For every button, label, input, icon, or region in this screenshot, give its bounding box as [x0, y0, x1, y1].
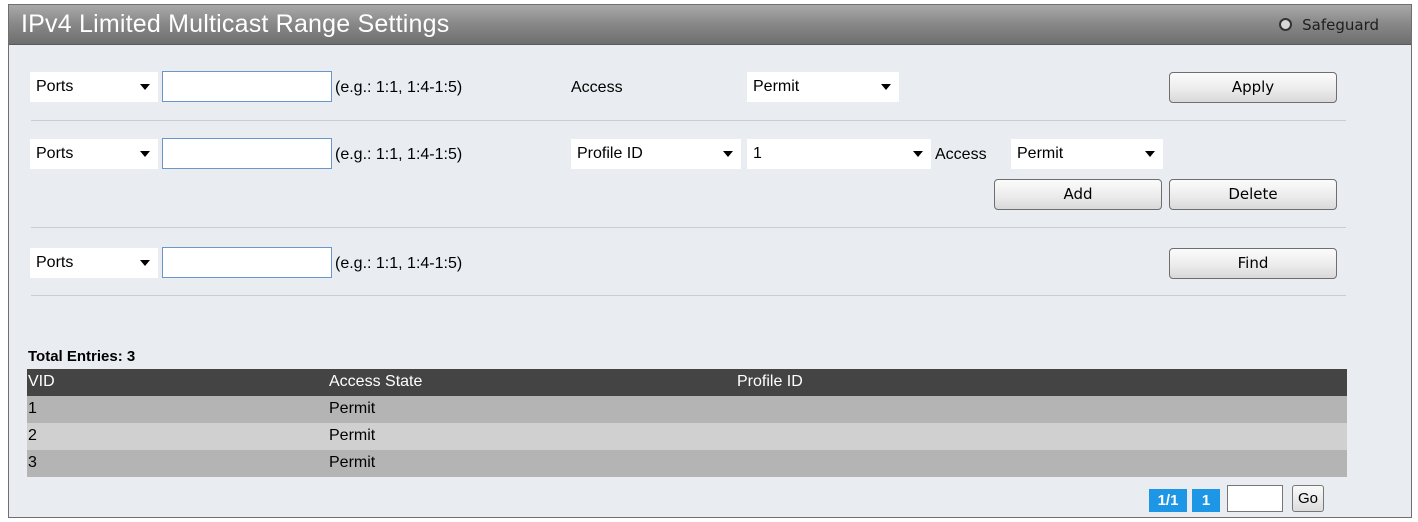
cell-vid: 3 — [28, 454, 37, 471]
chevron-down-icon — [881, 84, 891, 90]
row1-type-value: Ports — [36, 78, 74, 95]
safeguard-label: Safeguard — [1302, 16, 1379, 34]
row1-access-label: Access — [571, 79, 623, 96]
cell-access-state: Permit — [329, 400, 376, 417]
column-header-access-state: Access State — [329, 373, 423, 390]
safeguard-icon — [1279, 18, 1293, 31]
row1-ports-input[interactable] — [162, 71, 332, 102]
find-button[interactable]: Find — [1169, 248, 1337, 279]
row2-type-value: Ports — [36, 145, 74, 162]
settings-panel: IPv4 Limited Multicast Range Settings Sa… — [8, 4, 1412, 518]
total-entries: Total Entries: 3 — [28, 348, 136, 365]
row2-ports-input[interactable] — [162, 138, 332, 169]
page-count-badge: 1/1 — [1149, 489, 1187, 512]
divider — [31, 295, 1346, 296]
chevron-down-icon — [913, 151, 923, 157]
row2-access-select[interactable]: Permit — [1011, 139, 1163, 169]
row3-ports-input[interactable] — [162, 247, 332, 278]
divider — [31, 227, 1346, 228]
table-row: 3 Permit — [27, 450, 1347, 477]
row2-type-select[interactable]: Ports — [30, 139, 158, 169]
add-button[interactable]: Add — [994, 179, 1162, 210]
go-button[interactable]: Go — [1292, 485, 1324, 512]
row1-access-value: Permit — [753, 78, 800, 95]
row2-hint: (e.g.: 1:1, 1:4-1:5) — [335, 146, 463, 163]
row3-hint: (e.g.: 1:1, 1:4-1:5) — [335, 255, 463, 272]
row3-type-value: Ports — [36, 254, 74, 271]
table-row: 2 Permit — [27, 423, 1347, 450]
row1-hint: (e.g.: 1:1, 1:4-1:5) — [335, 79, 463, 96]
row3-type-select[interactable]: Ports — [30, 248, 158, 278]
row2-profile-value: Profile ID — [577, 145, 643, 162]
title-bar: IPv4 Limited Multicast Range Settings Sa… — [9, 5, 1411, 45]
chevron-down-icon — [140, 260, 150, 266]
cell-vid: 2 — [28, 427, 37, 444]
row1-access-select[interactable]: Permit — [747, 72, 899, 102]
table-row: 1 Permit — [27, 396, 1347, 423]
column-header-vid: VID — [28, 373, 55, 390]
row2-profile-id-select[interactable]: 1 — [747, 139, 931, 169]
cell-access-state: Permit — [329, 454, 376, 471]
chevron-down-icon — [140, 151, 150, 157]
delete-button[interactable]: Delete — [1169, 179, 1337, 210]
go-page-input[interactable] — [1227, 485, 1283, 512]
row2-access-label: Access — [935, 146, 987, 163]
cell-access-state: Permit — [329, 427, 376, 444]
page-link-1[interactable]: 1 — [1192, 489, 1220, 512]
chevron-down-icon — [723, 151, 733, 157]
safeguard-indicator[interactable]: Safeguard — [1279, 16, 1379, 34]
table-header: VID Access State Profile ID — [27, 369, 1347, 396]
chevron-down-icon — [140, 84, 150, 90]
divider — [31, 120, 1346, 121]
row1-type-select[interactable]: Ports — [30, 72, 158, 102]
chevron-down-icon — [1145, 151, 1155, 157]
column-header-profile-id: Profile ID — [737, 373, 803, 390]
row2-profile-id-value: 1 — [753, 145, 762, 162]
row2-profile-select[interactable]: Profile ID — [571, 139, 741, 169]
cell-vid: 1 — [28, 400, 37, 417]
row2-access-value: Permit — [1017, 145, 1064, 162]
page-title: IPv4 Limited Multicast Range Settings — [21, 10, 450, 38]
apply-button[interactable]: Apply — [1169, 72, 1337, 103]
